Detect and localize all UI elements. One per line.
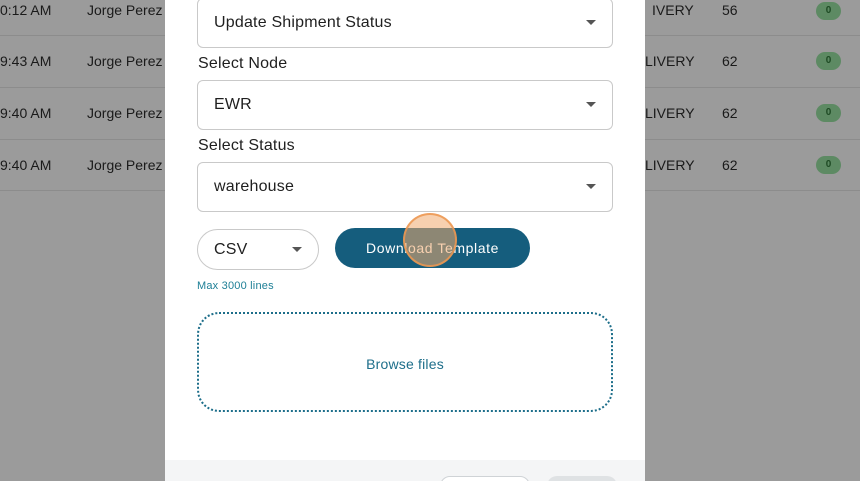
row-badge: 0: [816, 104, 841, 122]
row-time: 9:43 AM: [0, 53, 52, 69]
row-user: Jorge Perez: [87, 53, 163, 69]
row-user: Jorge Perez: [87, 2, 163, 18]
max-lines-hint: Max 3000 lines: [197, 280, 274, 292]
browse-files-link[interactable]: Browse files: [199, 314, 611, 414]
row-time: 9:40 AM: [0, 157, 52, 173]
status-select[interactable]: warehouse: [197, 162, 613, 212]
row-count: 62: [722, 105, 738, 121]
caret-down-icon: [586, 102, 596, 107]
row-count: 62: [722, 157, 738, 173]
row-badge: 0: [816, 52, 841, 70]
row-status: LIVERY: [645, 105, 695, 121]
node-select[interactable]: EWR: [197, 80, 613, 130]
row-count: 62: [722, 53, 738, 69]
row-badge: 0: [816, 2, 841, 20]
action-select[interactable]: Update Shipment Status: [197, 0, 613, 48]
bulk-update-modal: Update Shipment Status Select Node EWR S…: [165, 0, 645, 481]
caret-down-icon: [586, 20, 596, 25]
action-select-value: Update Shipment Status: [214, 14, 392, 31]
file-dropzone[interactable]: Browse files: [197, 312, 613, 412]
download-template-button[interactable]: Download Template: [335, 228, 530, 268]
caret-down-icon: [292, 247, 302, 252]
file-format-select[interactable]: CSV: [197, 229, 319, 270]
row-time: 9:40 AM: [0, 105, 52, 121]
submit-button[interactable]: [547, 476, 617, 481]
row-count: 56: [722, 2, 738, 18]
row-user: Jorge Perez: [87, 105, 163, 121]
caret-down-icon: [586, 184, 596, 189]
status-select-label: Select Status: [198, 137, 295, 154]
status-select-value: warehouse: [214, 178, 295, 195]
file-format-value: CSV: [214, 241, 248, 258]
row-status: IVERY: [652, 2, 694, 18]
row-time: 0:12 AM: [0, 2, 52, 18]
row-user: Jorge Perez: [87, 157, 163, 173]
row-status: LIVERY: [645, 53, 695, 69]
node-select-value: EWR: [214, 96, 252, 113]
node-select-label: Select Node: [198, 55, 288, 72]
row-badge: 0: [816, 156, 841, 174]
row-status: LIVERY: [645, 157, 695, 173]
cancel-button[interactable]: [440, 476, 530, 481]
